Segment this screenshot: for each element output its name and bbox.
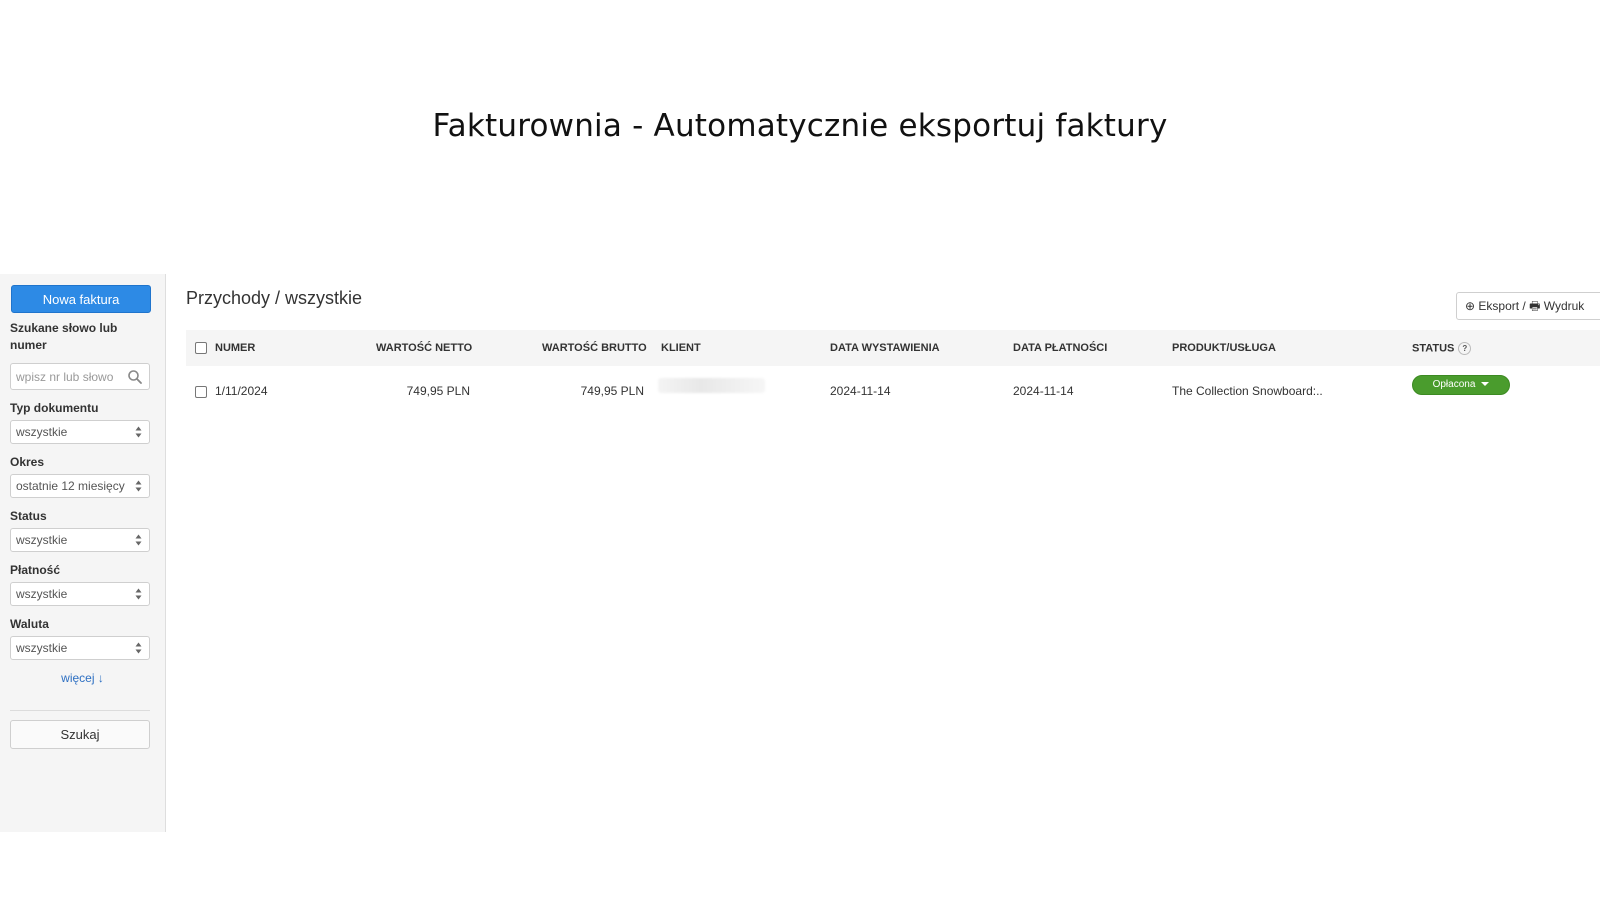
- table-header: NUMER WARTOŚĆ NETTO WARTOŚĆ BRUTTO KLIEN…: [186, 330, 1600, 366]
- product-name: The Collection Snowboard:..: [1172, 384, 1323, 398]
- currency-select[interactable]: wszystkie: [10, 636, 150, 660]
- column-header-label: STATUS: [1412, 342, 1455, 355]
- period-value: ostatnie 12 miesięcy: [16, 479, 125, 493]
- slide-title: Fakturownia - Automatycznie eksportuj fa…: [432, 108, 1168, 144]
- search-label: Szukane słowo lub numer: [10, 321, 118, 352]
- new-invoice-button[interactable]: Nowa faktura: [11, 285, 151, 313]
- document-type-label: Typ dokumentu: [10, 401, 99, 415]
- period-label: Okres: [10, 455, 45, 469]
- help-icon[interactable]: ?: [1458, 342, 1472, 355]
- status-label: Opłacona: [1432, 379, 1476, 390]
- page-title: Przychody / wszystkie: [186, 288, 363, 308]
- select-arrows-icon: [135, 534, 142, 546]
- app-screenshot: Nowa faktura Szukane słowo lub numer wpi…: [0, 274, 1600, 834]
- filter-sidebar: Nowa faktura Szukane słowo lub numer wpi…: [0, 274, 166, 832]
- document-type-value: wszystkie: [16, 425, 68, 439]
- issue-date: 2024-11-14: [830, 384, 891, 398]
- select-arrows-icon: [135, 426, 142, 438]
- currency-value: wszystkie: [16, 641, 68, 655]
- currency-label: Waluta: [10, 617, 49, 631]
- sidebar-divider: [10, 710, 150, 711]
- row-checkbox[interactable]: [195, 386, 207, 398]
- select-arrows-icon: [135, 642, 142, 654]
- caret-down-icon: [1481, 382, 1490, 387]
- status-filter-value: wszystkie: [16, 533, 68, 547]
- column-header[interactable]: DATA WYSTAWIENIA: [830, 342, 940, 354]
- search-icon[interactable]: [127, 369, 143, 385]
- search-input[interactable]: wpisz nr lub słowo: [10, 363, 150, 390]
- status-filter-label: Status: [10, 509, 47, 523]
- gross-value: 749,95 PLN: [580, 384, 644, 398]
- search-placeholder: wpisz nr lub słowo: [16, 370, 114, 384]
- status-column-header[interactable]: STATUS?: [1412, 342, 1472, 355]
- status-dropdown-button[interactable]: Opłacona: [1412, 375, 1510, 395]
- document-type-select[interactable]: wszystkie: [10, 420, 150, 444]
- select-all-checkbox[interactable]: [195, 342, 207, 354]
- column-header[interactable]: NUMER: [215, 342, 255, 354]
- column-header[interactable]: WARTOŚĆ NETTO: [376, 342, 472, 354]
- search-button[interactable]: Szukaj: [10, 720, 150, 749]
- invoice-number-link[interactable]: 1/11/2024: [215, 384, 268, 398]
- client-name-blurred[interactable]: [658, 378, 765, 393]
- period-select[interactable]: ostatnie 12 miesięcy: [10, 474, 150, 498]
- more-filters-link[interactable]: więcej ↓: [0, 671, 165, 685]
- payment-value: wszystkie: [16, 587, 68, 601]
- export-print-button[interactable]: ⊕ Eksport / 🖶 Wydruk: [1456, 292, 1600, 320]
- column-header[interactable]: KLIENT: [661, 342, 701, 354]
- column-header[interactable]: PRODUKT/USŁUGA: [1172, 342, 1276, 354]
- select-arrows-icon: [135, 588, 142, 600]
- net-value: 749,95 PLN: [406, 384, 470, 398]
- payment-date: 2024-11-14: [1013, 384, 1074, 398]
- column-header[interactable]: WARTOŚĆ BRUTTO: [542, 342, 647, 354]
- select-arrows-icon: [135, 480, 142, 492]
- payment-label: Płatność: [10, 563, 61, 577]
- status-filter-select[interactable]: wszystkie: [10, 528, 150, 552]
- column-header[interactable]: DATA PŁATNOŚCI: [1013, 342, 1107, 354]
- payment-select[interactable]: wszystkie: [10, 582, 150, 606]
